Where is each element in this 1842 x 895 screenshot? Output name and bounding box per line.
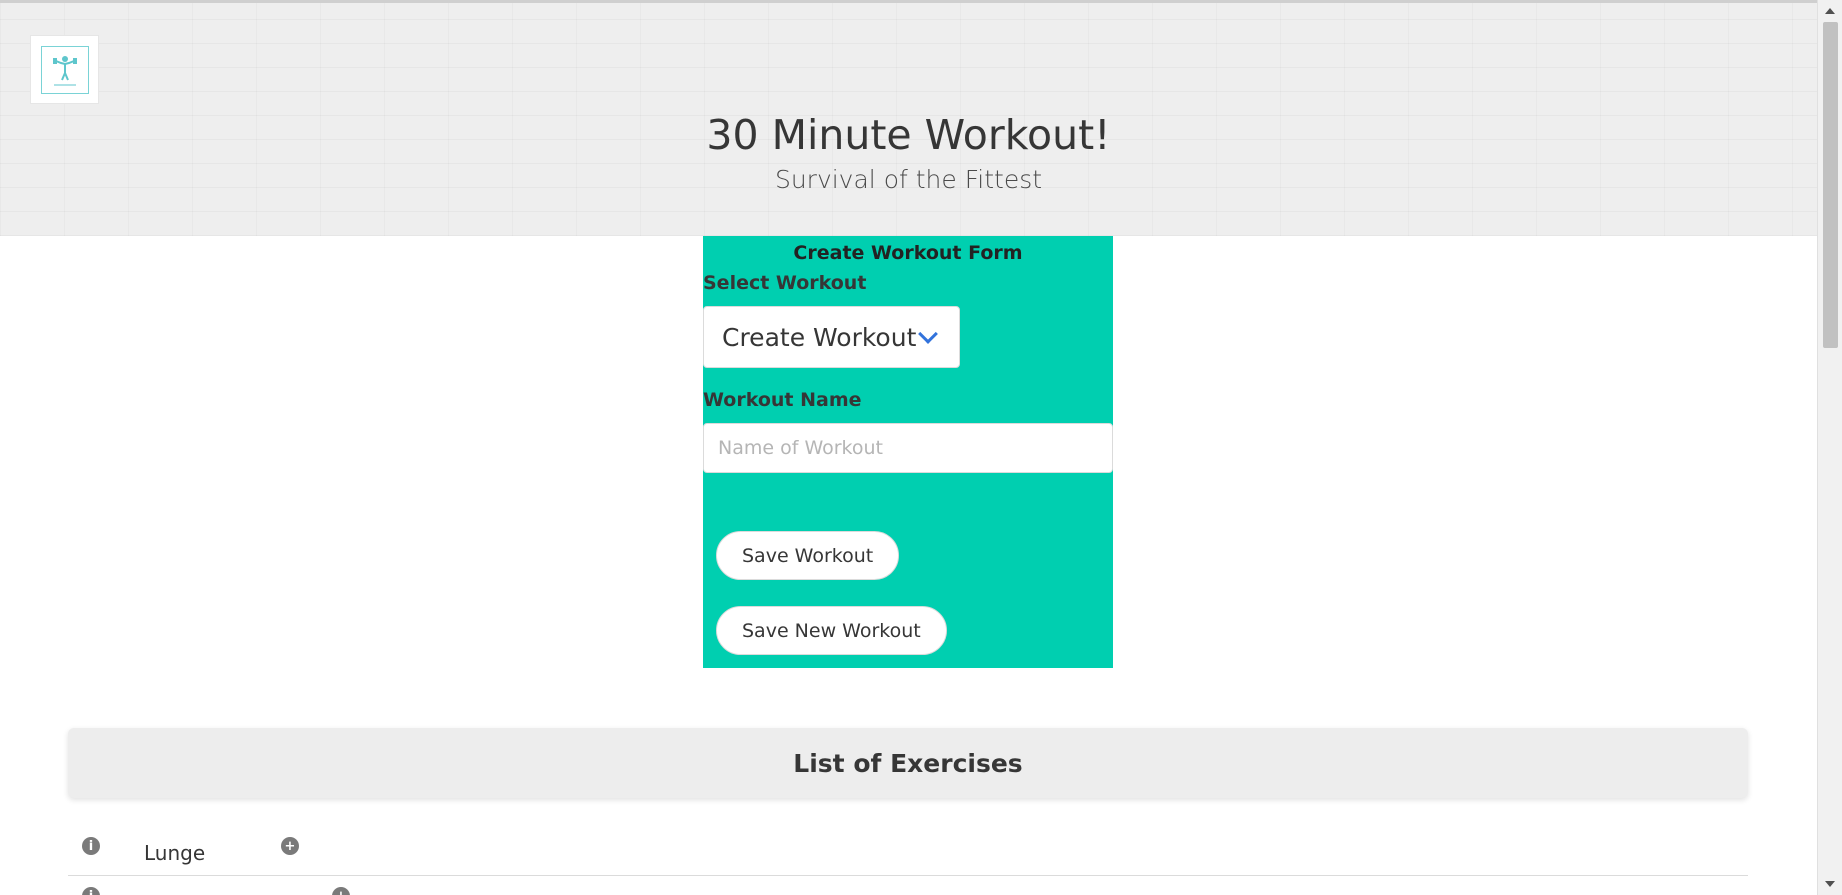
select-workout-value: Create Workout — [722, 322, 917, 352]
exercise-list-header: List of Exercises — [68, 728, 1748, 798]
logo-frame — [40, 45, 89, 94]
select-workout-dropdown[interactable]: Create Workout — [703, 306, 960, 368]
vertical-scrollbar[interactable] — [1817, 0, 1842, 895]
scroll-up-arrow-icon[interactable] — [1825, 8, 1835, 14]
info-circle-icon[interactable]: i — [82, 887, 100, 895]
workout-name-input[interactable] — [703, 423, 1113, 473]
info-circle-icon[interactable]: i — [82, 837, 100, 855]
plus-circle-icon[interactable]: + — [281, 837, 299, 855]
page: 30 Minute Workout! Survival of the Fitte… — [0, 0, 1842, 895]
scroll-down-arrow-icon[interactable] — [1825, 881, 1835, 887]
page-title: 30 Minute Workout! — [706, 111, 1111, 159]
select-workout-label: Select Workout — [703, 272, 867, 294]
fitness-figure-icon — [52, 55, 77, 85]
workout-name-label: Workout Name — [703, 389, 862, 411]
list-item: i + — [68, 877, 1748, 895]
scrollbar-thumb[interactable] — [1823, 22, 1838, 348]
exercise-name: Lunge — [144, 841, 206, 865]
save-new-workout-button[interactable]: Save New Workout — [716, 606, 947, 655]
save-workout-button[interactable]: Save Workout — [716, 531, 900, 580]
form-title: Create Workout Form — [793, 242, 1023, 264]
chevron-down-icon — [918, 324, 938, 344]
exercise-list-title: List of Exercises — [793, 748, 1023, 778]
logo[interactable] — [30, 35, 99, 104]
list-item: i Lunge + — [68, 826, 1748, 876]
page-subtitle: Survival of the Fittest — [774, 165, 1043, 194]
create-workout-form: Create Workout Form Select Workout Creat… — [703, 236, 1113, 668]
hero-header: 30 Minute Workout! Survival of the Fitte… — [0, 0, 1817, 236]
plus-circle-icon[interactable]: + — [332, 887, 350, 895]
